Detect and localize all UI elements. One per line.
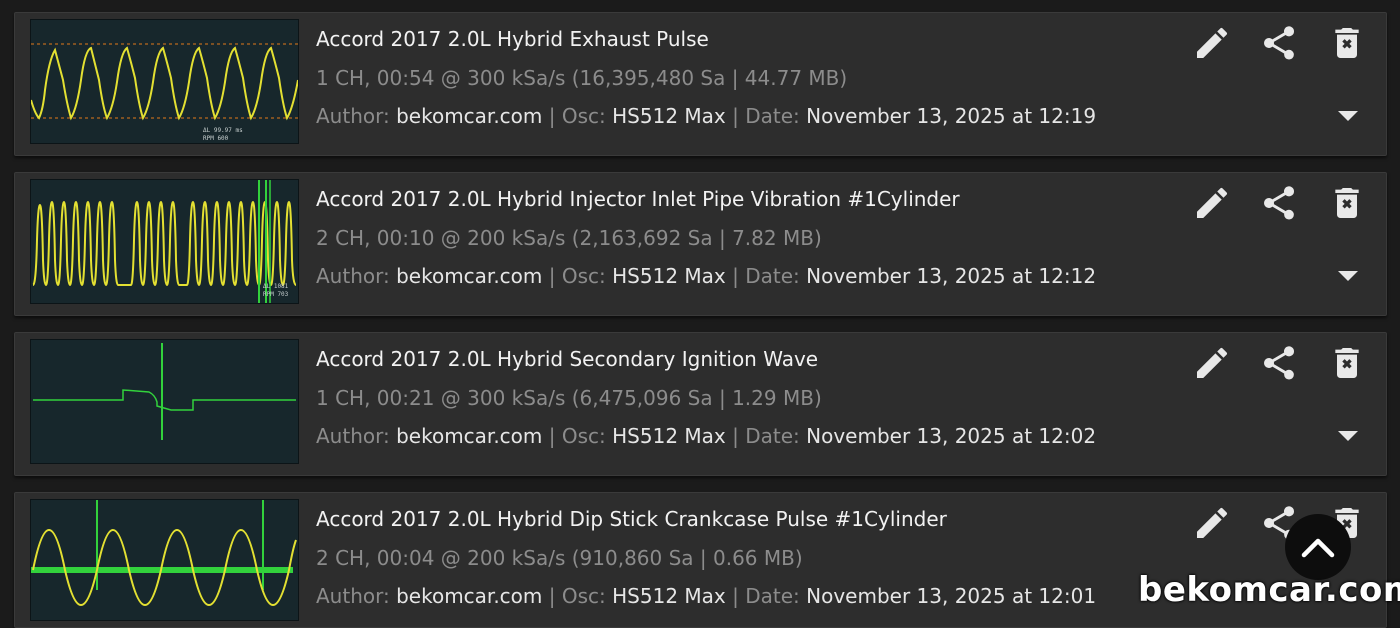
recording-title[interactable]: Accord 2017 2.0L Hybrid Secondary Igniti…	[316, 347, 818, 371]
waveform-dipstick-crankcase	[31, 500, 297, 607]
author-label: Author:	[316, 104, 390, 128]
caret-down-icon	[1338, 431, 1358, 441]
waveform-thumbnail[interactable]: ΔL 1081 RPM 703	[30, 179, 299, 304]
caret-down-icon	[1338, 111, 1358, 121]
author-label: Author:	[316, 264, 390, 288]
edit-button[interactable]	[1190, 501, 1234, 545]
author-value: bekomcar.com	[396, 104, 543, 128]
separator: |	[548, 104, 562, 128]
share-button[interactable]	[1257, 181, 1301, 225]
recording-meta: 1 CH, 00:54 @ 300 kSa/s (16,395,480 Sa |…	[316, 66, 848, 90]
edit-button[interactable]	[1190, 181, 1234, 225]
separator: |	[732, 584, 746, 608]
date-value: November 13, 2025 at 12:01	[806, 584, 1097, 608]
watermark: bekomcar.com	[1138, 570, 1400, 610]
expand-button[interactable]	[1333, 425, 1363, 449]
waveform-thumbnail[interactable]: ΔL 99.97 ms RPM 600	[30, 19, 299, 144]
separator: |	[548, 424, 562, 448]
separator: |	[548, 584, 562, 608]
date-label: Date:	[745, 264, 800, 288]
recording-title[interactable]: Accord 2017 2.0L Hybrid Exhaust Pulse	[316, 27, 709, 51]
thumb-readout: RPM 703	[263, 291, 289, 298]
edit-button[interactable]	[1190, 21, 1234, 65]
separator: |	[548, 264, 562, 288]
share-icon	[1263, 26, 1295, 60]
osc-value: HS512 Max	[612, 584, 726, 608]
recording-title[interactable]: Accord 2017 2.0L Hybrid Dip Stick Crankc…	[316, 507, 947, 531]
recording-title[interactable]: Accord 2017 2.0L Hybrid Injector Inlet P…	[316, 187, 960, 211]
osc-value: HS512 Max	[612, 264, 726, 288]
delete-button[interactable]	[1325, 181, 1369, 225]
recording-meta: 2 CH, 00:04 @ 200 kSa/s (910,860 Sa | 0.…	[316, 546, 803, 570]
recording-meta: 2 CH, 00:10 @ 200 kSa/s (2,163,692 Sa | …	[316, 226, 822, 250]
author-label: Author:	[316, 584, 390, 608]
osc-label: Osc:	[561, 424, 606, 448]
edit-button[interactable]	[1190, 341, 1234, 385]
waveform-injector-vibration: ΔL 1081 RPM 703	[32, 180, 297, 303]
trash-icon	[1335, 348, 1359, 378]
waveform-thumbnail[interactable]	[30, 339, 299, 464]
chevron-up-icon	[1301, 538, 1335, 558]
recording-info: Author: bekomcar.com | Osc: HS512 Max | …	[316, 584, 1096, 608]
caret-down-icon	[1338, 271, 1358, 281]
pencil-icon	[1197, 27, 1228, 58]
date-label: Date:	[745, 584, 800, 608]
thumb-readout: ΔL 99.97 ms	[203, 127, 243, 134]
author-value: bekomcar.com	[396, 424, 543, 448]
date-label: Date:	[745, 424, 800, 448]
recording-info: Author: bekomcar.com | Osc: HS512 Max | …	[316, 264, 1096, 288]
expand-button[interactable]	[1333, 265, 1363, 289]
recording-list: ΔL 99.97 ms RPM 600 Accord 2017 2.0L Hyb…	[0, 0, 1400, 628]
share-icon	[1263, 346, 1295, 380]
recording-card[interactable]: ΔL 99.97 ms RPM 600 Accord 2017 2.0L Hyb…	[14, 12, 1387, 156]
waveform-exhaust-pulse: ΔL 99.97 ms RPM 600	[31, 43, 298, 142]
author-label: Author:	[316, 424, 390, 448]
osc-value: HS512 Max	[612, 104, 726, 128]
separator: |	[732, 424, 746, 448]
thumb-readout: RPM 600	[203, 135, 229, 142]
date-value: November 13, 2025 at 12:02	[806, 424, 1097, 448]
date-value: November 13, 2025 at 12:19	[806, 104, 1097, 128]
pencil-icon	[1197, 347, 1228, 378]
pencil-icon	[1197, 187, 1228, 218]
recording-info: Author: bekomcar.com | Osc: HS512 Max | …	[316, 424, 1096, 448]
trash-icon	[1335, 28, 1359, 58]
pencil-icon	[1197, 507, 1228, 538]
waveform-secondary-ignition	[33, 343, 296, 440]
author-value: bekomcar.com	[396, 584, 543, 608]
date-label: Date:	[745, 104, 800, 128]
thumb-readout: ΔL 1081	[263, 283, 289, 290]
waveform-thumbnail[interactable]	[30, 499, 299, 621]
author-value: bekomcar.com	[396, 264, 543, 288]
separator: |	[732, 104, 746, 128]
expand-button[interactable]	[1333, 105, 1363, 129]
share-button[interactable]	[1257, 341, 1301, 385]
delete-button[interactable]	[1325, 21, 1369, 65]
osc-label: Osc:	[561, 104, 606, 128]
share-button[interactable]	[1257, 21, 1301, 65]
separator: |	[732, 264, 746, 288]
trash-icon	[1335, 188, 1359, 218]
date-value: November 13, 2025 at 12:12	[806, 264, 1097, 288]
osc-label: Osc:	[561, 584, 606, 608]
recording-info: Author: bekomcar.com | Osc: HS512 Max | …	[316, 104, 1096, 128]
recording-card[interactable]: ΔL 1081 RPM 703 Accord 2017 2.0L Hybrid …	[14, 172, 1387, 316]
osc-label: Osc:	[561, 264, 606, 288]
delete-button[interactable]	[1325, 341, 1369, 385]
recording-meta: 1 CH, 00:21 @ 300 kSa/s (6,475,096 Sa | …	[316, 386, 822, 410]
osc-value: HS512 Max	[612, 424, 726, 448]
recording-card[interactable]: Accord 2017 2.0L Hybrid Secondary Igniti…	[14, 332, 1387, 476]
share-icon	[1263, 186, 1295, 220]
